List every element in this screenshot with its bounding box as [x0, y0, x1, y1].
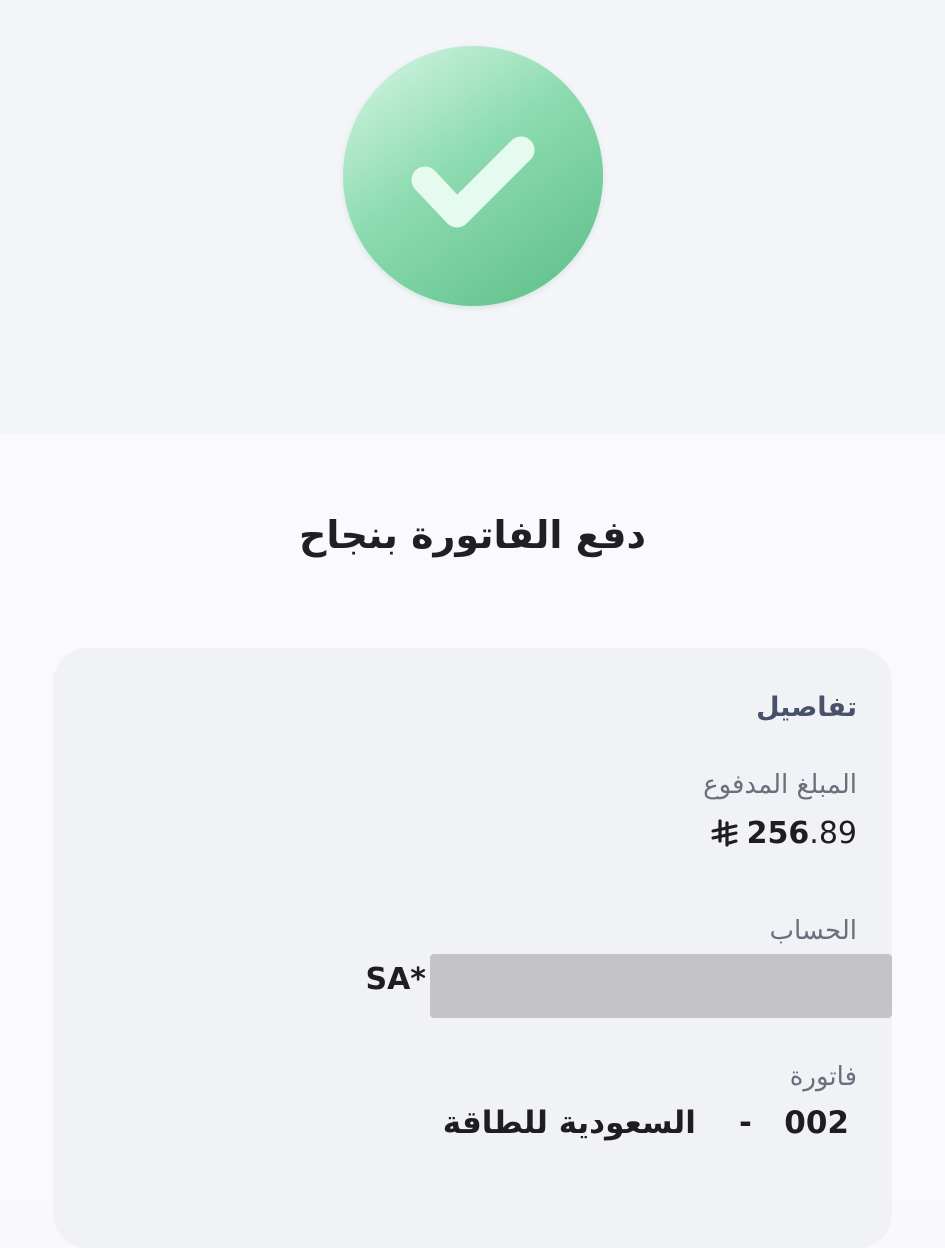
account-label: الحساب [769, 916, 857, 946]
details-card [53, 648, 892, 1248]
amount-label: المبلغ المدفوع [703, 770, 857, 800]
account-value: SA* [365, 954, 892, 1018]
bill-separator: - [739, 1105, 752, 1141]
account-prefix: SA* [365, 961, 426, 997]
amount-integer: 256 [746, 815, 810, 851]
bill-provider-name: السعودية للطاقة [442, 1105, 696, 1141]
bill-value: 002 - السعودية للطاقة [443, 1100, 849, 1146]
account-number-redacted [430, 954, 892, 1018]
bill-code: 002 [784, 1105, 849, 1141]
success-status-circle [343, 46, 603, 306]
success-header [0, 0, 945, 433]
amount-decimal: .89 [809, 815, 857, 851]
details-heading: تفاصيل [756, 692, 857, 723]
check-icon [411, 136, 535, 228]
bill-label: فاتورة [789, 1062, 857, 1092]
page-title: دفع الفاتورة بنجاح [299, 513, 646, 557]
amount-value: 256.89 [709, 811, 857, 855]
saudi-riyal-icon [711, 819, 738, 847]
